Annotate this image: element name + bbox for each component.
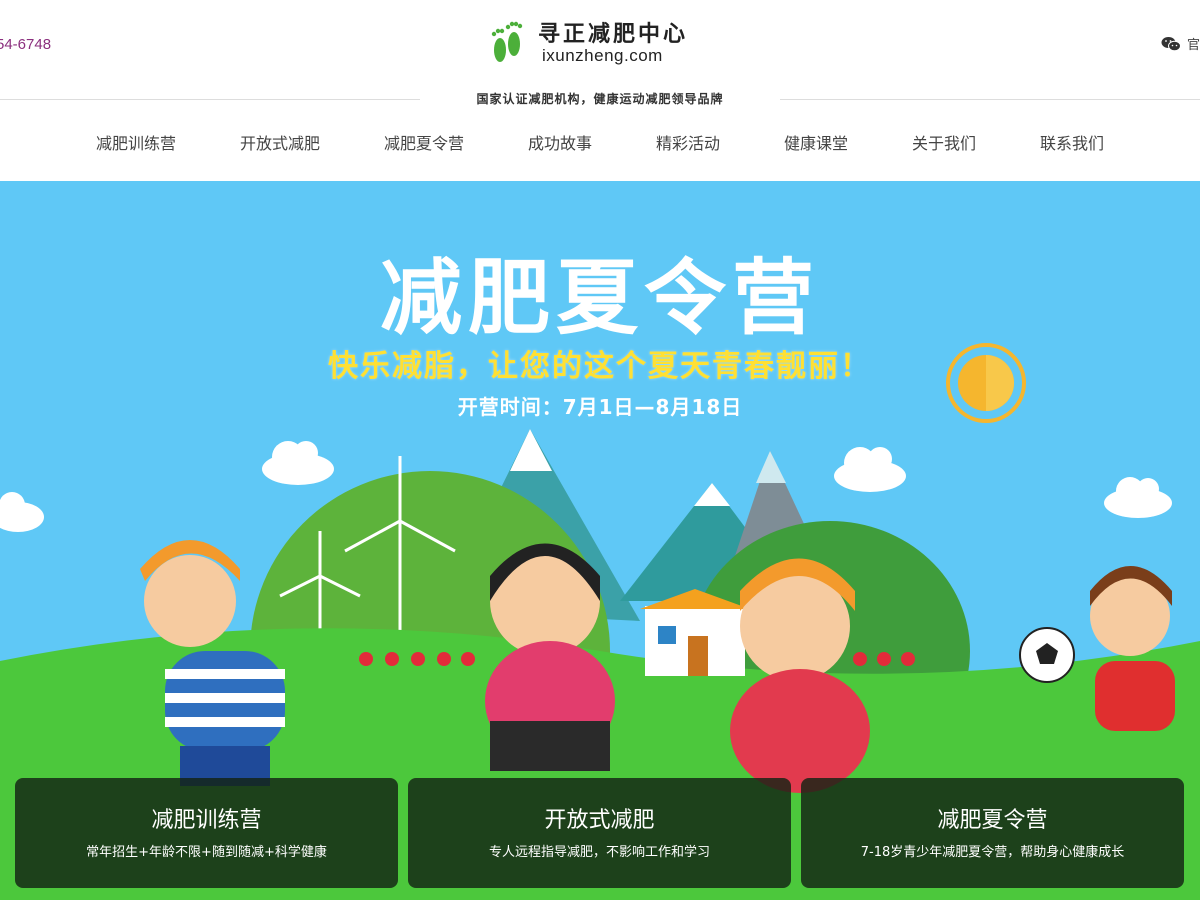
banner-date: 开营时间：7月1日—8月18日 xyxy=(457,395,743,419)
footprint-logo-icon xyxy=(491,21,523,62)
slogan: 国家认证减肥机构，健康运动减肥领导品牌 xyxy=(420,90,780,107)
hero-banner[interactable]: 减肥夏令营 快乐减脂，让您的这个夏天青春靓丽！ 开营时间：7月1日—8月18日 … xyxy=(0,181,1200,900)
main-nav: 减肥训练营 开放式减肥 减肥夏令营 成功故事 精彩活动 健康课堂 关于我们 联系… xyxy=(0,112,1200,172)
wechat-icon xyxy=(1161,36,1181,51)
phone-number[interactable]: 54-6748 xyxy=(0,36,51,53)
wechat-label: 官 xyxy=(1186,38,1200,53)
card-title: 减肥夏令营 xyxy=(937,808,1048,833)
soccer-ball-icon xyxy=(1019,627,1075,683)
nav-item-health-class[interactable]: 健康课堂 xyxy=(784,130,848,154)
banner-subtitle: 快乐减脂，让您的这个夏天青春靓丽！ xyxy=(328,349,872,384)
cloud-icon xyxy=(0,441,1172,532)
slogan-divider-left xyxy=(0,99,430,100)
card-title: 开放式减肥 xyxy=(544,808,655,833)
logo-domain: ixunzheng.com xyxy=(542,46,663,65)
card-desc: 7-18岁青少年减肥夏令营，帮助身心健康成长 xyxy=(860,845,1125,860)
slogan-divider-right xyxy=(770,99,1200,100)
nav-item-about-us[interactable]: 关于我们 xyxy=(912,130,976,154)
wechat-link[interactable]: 官 xyxy=(1161,34,1200,53)
card-desc: 专人远程指导减肥，不影响工作和学习 xyxy=(488,845,710,860)
card-summer-camp[interactable]: 减肥夏令营 7-18岁青少年减肥夏令营，帮助身心健康成长 xyxy=(801,778,1184,888)
card-open-weight-loss[interactable]: 开放式减肥 专人远程指导减肥，不影响工作和学习 xyxy=(408,778,791,888)
nav-item-training-camp[interactable]: 减肥训练营 xyxy=(96,130,176,154)
nav-item-open-weight-loss[interactable]: 开放式减肥 xyxy=(240,130,320,154)
nav-item-summer-camp[interactable]: 减肥夏令营 xyxy=(384,130,464,154)
nav-item-contact-us[interactable]: 联系我们 xyxy=(1040,130,1104,154)
nav-item-success-stories[interactable]: 成功故事 xyxy=(528,130,592,154)
site-header: 54-6748 寻正减肥中心 ixunzheng.com 官 xyxy=(0,0,1200,100)
site-logo[interactable]: 寻正减肥中心 ixunzheng.com xyxy=(486,16,726,70)
card-title: 减肥训练营 xyxy=(151,808,262,833)
card-desc: 常年招生+年龄不限+随到随减+科学健康 xyxy=(86,845,327,860)
banner-title: 减肥夏令营 xyxy=(379,251,820,346)
logo-title: 寻正减肥中心 xyxy=(538,21,689,47)
card-training-camp[interactable]: 减肥训练营 常年招生+年龄不限+随到随减+科学健康 xyxy=(15,778,398,888)
nav-item-events[interactable]: 精彩活动 xyxy=(656,130,720,154)
